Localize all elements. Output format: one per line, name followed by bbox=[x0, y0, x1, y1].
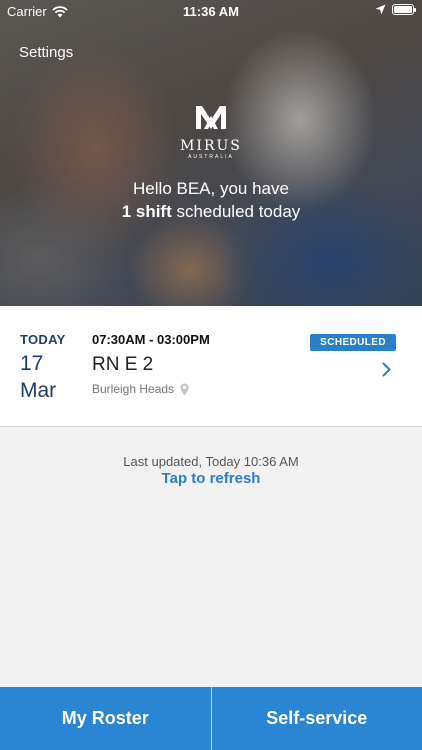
tab-self-service[interactable]: Self-service bbox=[210, 687, 422, 750]
greeting: Hello BEA, you have 1 shift scheduled to… bbox=[0, 177, 422, 223]
mirus-logo: MIRUS AUSTRALIA bbox=[0, 103, 422, 161]
clock: 11:36 AM bbox=[183, 4, 239, 19]
monogram-icon bbox=[196, 106, 226, 129]
last-updated: Last updated, Today 10:36 AM bbox=[123, 454, 299, 469]
logo-monogram bbox=[0, 103, 422, 137]
status-badge: SCHEDULED bbox=[310, 334, 396, 351]
greeting-line-2: 1 shift scheduled today bbox=[0, 200, 422, 223]
date-month: Mar bbox=[20, 379, 57, 402]
shift-count: 1 shift bbox=[121, 202, 172, 221]
shift-card[interactable]: TODAY 17 Mar 07:30AM - 03:00PM RN E 2 Bu… bbox=[0, 306, 422, 427]
chevron-right-icon[interactable] bbox=[382, 362, 391, 377]
shift-role: RN E 2 bbox=[92, 354, 154, 375]
location-arrow-icon bbox=[375, 4, 386, 15]
logo-subtitle: AUSTRALIA bbox=[188, 154, 234, 160]
shift-date: TODAY 17 Mar bbox=[20, 332, 66, 404]
settings-button[interactable]: Settings bbox=[19, 44, 73, 61]
refresh-link[interactable]: Tap to refresh bbox=[0, 470, 422, 487]
date-label: TODAY bbox=[20, 332, 66, 347]
battery-icon bbox=[392, 4, 416, 15]
bottom-tab-bar: My Roster Self-service bbox=[0, 687, 422, 750]
greeting-line-1: Hello BEA, you have bbox=[133, 179, 289, 198]
location-label: Burleigh Heads bbox=[92, 382, 175, 396]
status-right bbox=[375, 4, 416, 15]
status-bar: Carrier 11:36 AM bbox=[0, 0, 422, 22]
logo-name: MIRUS bbox=[180, 138, 242, 154]
map-pin-icon bbox=[180, 383, 189, 395]
greeting-rest: scheduled today bbox=[171, 202, 301, 221]
shift-location: Burleigh Heads bbox=[92, 382, 189, 396]
tab-my-roster[interactable]: My Roster bbox=[0, 687, 211, 750]
shift-time: 07:30AM - 03:00PM bbox=[92, 332, 210, 347]
date-day: 17 bbox=[20, 352, 44, 375]
